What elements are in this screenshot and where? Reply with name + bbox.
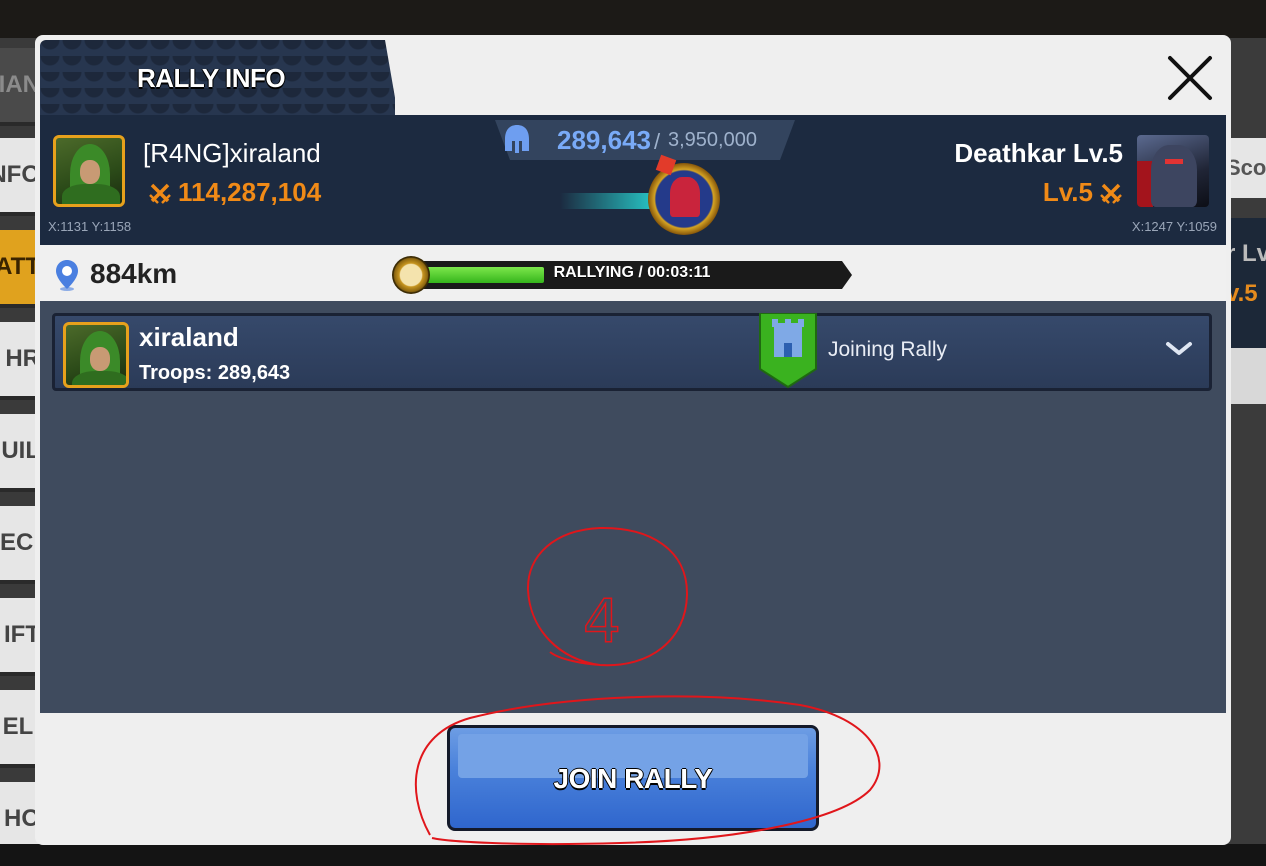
bg-right-tab: Scor [1226,138,1266,198]
bg-right-text: r Lv [1226,240,1266,267]
bg-tab: UIL [0,414,40,492]
bg-tab: IFT [0,598,40,676]
join-button-label: JOIN RALLY [553,763,713,794]
progress-label: RALLYING / 00:03:11 [553,264,711,281]
crossed-swords-icon [149,183,171,204]
chevron-down-icon[interactable] [1165,340,1193,358]
leader-coords[interactable]: X:1131 Y:1158 [48,219,131,234]
join-rally-button[interactable]: JOIN RALLY [447,725,819,831]
march-trail [560,193,655,209]
troops-current: 289,643 [557,125,651,155]
rally-info-modal: RALLY INFO [R4NG]xiraland 114,287,104 X:… [35,35,1231,845]
member-avatar[interactable] [63,322,129,388]
leader-avatar[interactable] [53,135,125,207]
target-level: Lv.5 [1043,177,1123,208]
bg-right-card: r Lv v.5 [1226,218,1266,348]
leader-power-value: 114,287,104 [178,177,322,207]
distance-value: 884km [90,258,178,289]
bg-tab: ELI [0,690,40,768]
rally-header: [R4NG]xiraland 114,287,104 X:1131 Y:1158… [40,115,1226,245]
leader-power: 114,287,104 [148,177,321,208]
bg-tab: ECI [0,506,40,584]
list-item[interactable]: xiraland Troops: 289,643 Joining Rally [52,313,1212,391]
background-bottom-bar [0,844,1266,866]
bg-right-strip [1226,348,1266,404]
crossed-swords-icon [1100,183,1122,204]
rally-progress: RALLYING / 00:03:11 [392,256,852,294]
close-button[interactable] [1165,53,1215,103]
rally-emblem-icon [648,154,720,235]
background-top-bar [0,0,1266,38]
modal-title: RALLY INFO [137,63,286,93]
member-name: xiraland [139,322,239,352]
target-coords[interactable]: X:1247 Y:1059 [1132,219,1217,234]
tower-badge-icon [759,313,817,389]
distance-row: 884km RALLYING / 00:03:11 [40,245,1226,301]
bg-tab: IAN [0,48,40,126]
clock-icon [392,256,430,294]
rally-member-list: xiraland Troops: 289,643 Joining Rally [40,301,1226,713]
close-icon [1168,56,1212,100]
target-name: Deathkar Lv.5 [954,138,1123,168]
helmet-icon [505,125,529,153]
member-status: Joining Rally [828,338,948,361]
target-level-value: Lv.5 [1042,177,1093,207]
member-troops: Troops: 289,643 [139,362,291,384]
location-pin-icon [56,260,78,291]
bg-tab: HR [0,322,40,400]
background-left-tabs: IAN NFO ATT HR UIL ECI IFT ELI HO [0,38,40,860]
target-avatar[interactable] [1137,135,1209,207]
bg-tab: ATT [0,230,40,308]
background-right-panel: Scor r Lv v.5 [1226,38,1266,844]
troops-max: 3,950,000 [668,129,757,151]
troops-separator: / [654,129,661,154]
bg-tab: NFO [0,138,40,216]
leader-name: [R4NG]xiraland [143,138,321,168]
